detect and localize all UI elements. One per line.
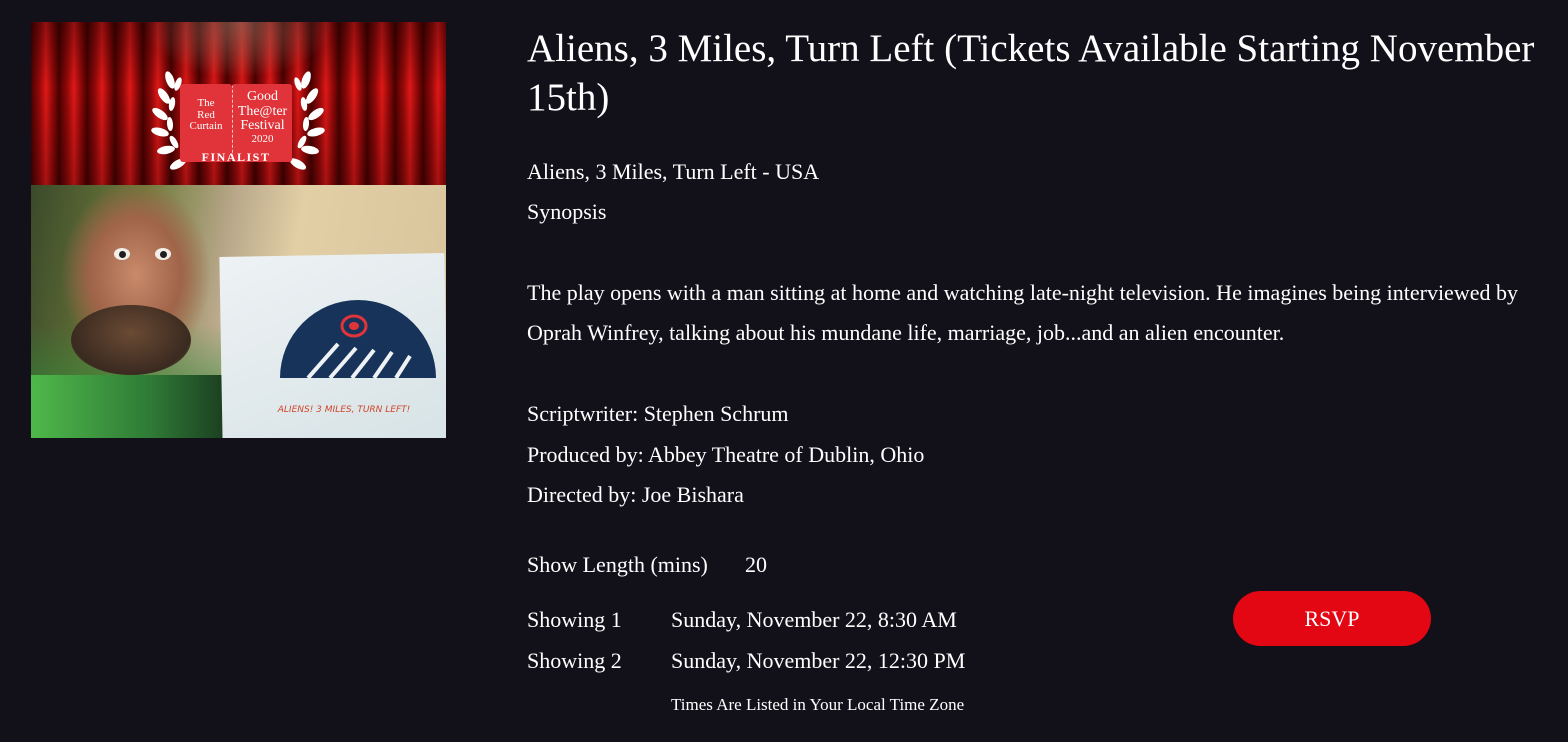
show-length-label: Show Length (mins) [527, 552, 708, 577]
sunrise-logo-icon [280, 300, 436, 380]
showing-label: Showing 2 [527, 648, 622, 673]
showing-time: Sunday, November 22, 12:30 PM [671, 648, 966, 673]
sign-caption: ALIENS! 3 MILES, TURN LEFT! [277, 405, 411, 415]
show-subtitle: Aliens, 3 Miles, Turn Left - USA [527, 159, 820, 184]
scriptwriter-credit: Scriptwriter: Stephen Schrum [527, 401, 789, 426]
show-poster-image: The Red Curtain Good The@ter Festival 20… [31, 22, 446, 438]
rsvp-button[interactable]: RSVP [1233, 591, 1431, 646]
showing-time: Sunday, November 22, 8:30 AM [671, 607, 957, 632]
show-length-value: 20 [745, 552, 767, 577]
timezone-note: Times Are Listed in Your Local Time Zone [671, 695, 965, 714]
producer-credit: Produced by: Abbey Theatre of Dublin, Oh… [527, 442, 925, 467]
page-title: Aliens, 3 Miles, Turn Left (Tickets Avai… [527, 27, 1535, 119]
show-detail-page: The Red Curtain Good The@ter Festival 20… [0, 0, 1568, 742]
showing-label: Showing 1 [527, 607, 622, 632]
synopsis-text: The play opens with a man sitting at hom… [527, 280, 1518, 345]
director-credit: Directed by: Joe Bishara [527, 482, 744, 507]
synopsis-heading: Synopsis [527, 199, 607, 224]
finalist-badge: FINALIST [201, 150, 271, 164]
